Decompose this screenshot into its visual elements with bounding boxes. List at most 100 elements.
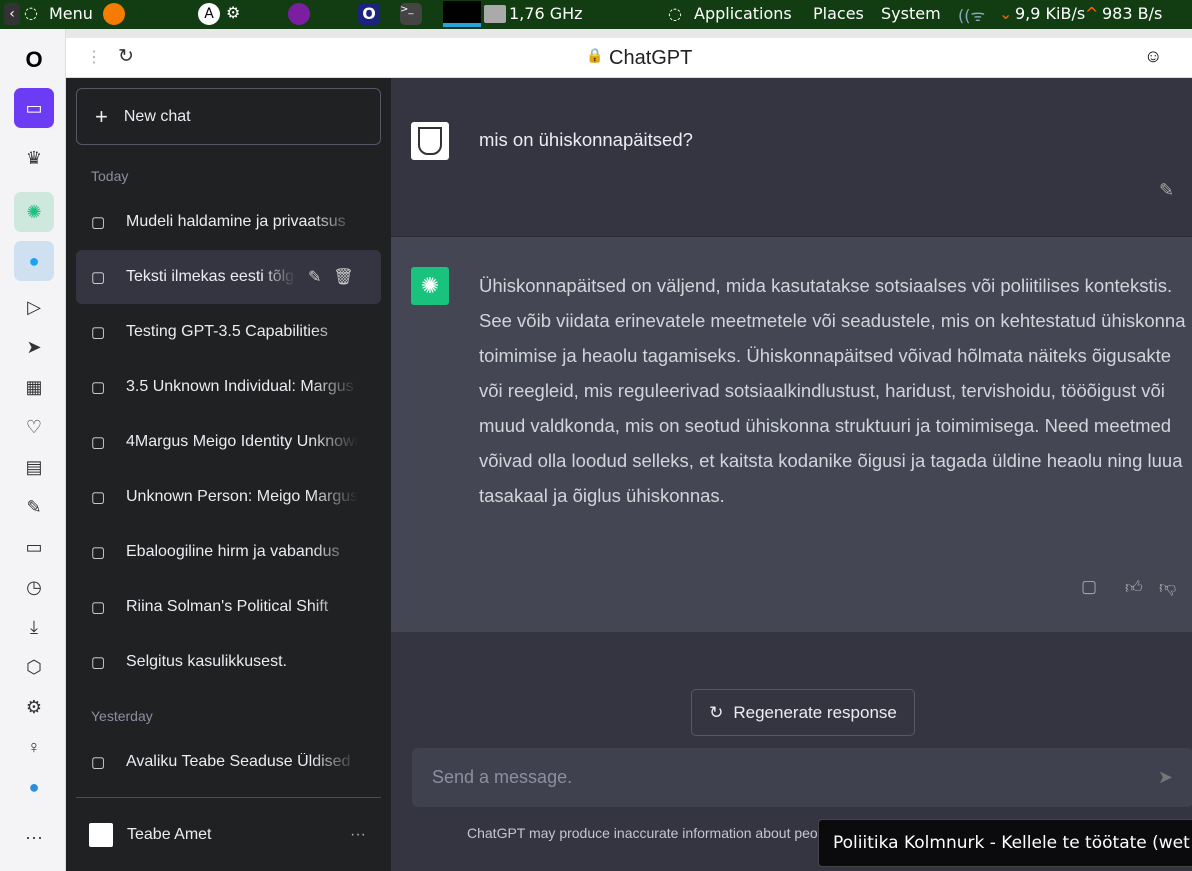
settings-icon[interactable]: ⚙: [226, 3, 240, 22]
chat-sidebar: + New chat Today ▢ Mudeli haldamine ja pr…: [66, 78, 391, 871]
crown-icon[interactable]: ♛: [19, 143, 49, 173]
chatgpt-icon[interactable]: ✺: [14, 192, 54, 232]
firefox-icon[interactable]: [103, 3, 125, 25]
user-menu[interactable]: Teabe Amet ···: [76, 808, 381, 862]
opera-icon[interactable]: O: [358, 3, 380, 25]
chat-main: mis on ühiskonnapäitsed? ✎ ✺ Ühiskonnapä…: [391, 78, 1192, 871]
chat-title: Teksti ilmekas eesti tõlge: [126, 268, 296, 285]
applications-menu[interactable]: Applications: [694, 4, 792, 23]
wifi-icon[interactable]: ((ᯤ: [958, 4, 985, 26]
tor-icon[interactable]: [288, 3, 310, 25]
chat-list-item[interactable]: ▢ Testing GPT-3.5 Capabilities: [76, 305, 381, 359]
chat-list-item[interactable]: ▢ Mudeli haldamine ja privaatsus: [76, 195, 381, 249]
new-chat-button[interactable]: + New chat: [76, 88, 381, 145]
send-icon[interactable]: ➤: [1158, 767, 1173, 788]
menu-button[interactable]: Menu: [49, 4, 93, 23]
chat-title: Unknown Person: Meigo Margus: [126, 488, 358, 505]
chat-title: Riina Solman's Political Shift: [126, 598, 329, 615]
history-icon[interactable]: ◷: [19, 572, 49, 602]
chat-bubble-icon: ▢: [91, 654, 106, 671]
chat-bubble-icon: ▢: [91, 379, 106, 396]
section-yesterday: Yesterday: [91, 708, 153, 724]
chat-bubble-icon: ▢: [91, 489, 106, 506]
edit-icon[interactable]: ✎: [308, 267, 321, 287]
chat-list-item[interactable]: ▢ 3.5 Unknown Individual: Margus: [76, 360, 381, 414]
cpu-icon: [484, 5, 506, 23]
opera-logo-icon[interactable]: O: [19, 45, 49, 75]
regenerate-button[interactable]: ↻ Regenerate response: [691, 689, 915, 736]
news-icon[interactable]: ▤: [19, 452, 49, 482]
edit-icon[interactable]: ✎: [1159, 180, 1174, 201]
user-avatar: [89, 823, 113, 847]
accessibility-icon[interactable]: A: [198, 3, 220, 25]
drag-handle-icon[interactable]: ⋮: [86, 47, 102, 67]
chat-list-item[interactable]: ▢ Teksti ilmekas eesti tõlge ✎ 🗑︎: [76, 250, 381, 304]
pin-icon[interactable]: ✎: [19, 492, 49, 522]
lock-icon: 🔒: [586, 47, 604, 63]
chat-list-item[interactable]: ▢ Avaliku Teabe Seaduse Üldised: [76, 735, 381, 789]
user-name: Teabe Amet: [127, 826, 212, 843]
message-placeholder: Send a message.: [432, 767, 573, 787]
copy-icon[interactable]: ▢: [1081, 577, 1097, 597]
plus-icon: +: [95, 103, 108, 129]
snapshot-icon[interactable]: ▭: [19, 532, 49, 562]
chat-list-item[interactable]: ▢ Unknown Person: Meigo Margus: [76, 470, 381, 524]
applications-icon: ◌: [668, 4, 682, 23]
tooltip: Poliitika Kolmnurk - Kellele te töötate …: [818, 819, 1192, 867]
places-menu[interactable]: Places: [813, 4, 864, 23]
thumbs-up-icon[interactable]: 👍︎: [1125, 577, 1143, 598]
heart-icon[interactable]: ♡: [19, 412, 49, 442]
aria-icon[interactable]: ●: [19, 772, 49, 802]
chat-list-item[interactable]: ▢ Riina Solman's Political Shift: [76, 580, 381, 634]
chat-title: Selgitus kasulikkusest.: [126, 653, 287, 670]
browser-toolbar: ⋮ ↻ 🔒 ChatGPT ☺: [66, 38, 1192, 78]
chat-bubble-icon: ▢: [91, 214, 106, 231]
system-panel: ‹ ◌ Menu A ⚙ O >_ 1,76 GHz ◌ Application…: [0, 0, 1192, 29]
chat-bubble-icon: ▢: [91, 599, 106, 616]
chat-list-item[interactable]: ▢ Ebaloogiline hirm ja vabandus: [76, 525, 381, 579]
send-icon[interactable]: ➤: [19, 332, 49, 362]
downloads-icon[interactable]: ⤓: [19, 612, 49, 642]
chat-title: 4Margus Meigo Identity Unknown: [126, 433, 358, 450]
tips-icon[interactable]: ♀: [19, 732, 49, 762]
terminal-icon[interactable]: >_: [400, 3, 422, 25]
chat-bubble-icon: ▢: [91, 269, 106, 286]
emoji-icon[interactable]: ☺: [1144, 46, 1162, 67]
message-input[interactable]: Send a message. ➤: [412, 748, 1192, 807]
chat-list-item[interactable]: ▢ 4Margus Meigo Identity Unknown: [76, 415, 381, 469]
chat-title: 3.5 Unknown Individual: Margus: [126, 378, 354, 395]
user-message: mis on ühiskonnapäitsed? ✎: [391, 78, 1192, 237]
thumbs-down-icon[interactable]: 👎︎: [1159, 577, 1176, 598]
workspace-icon[interactable]: ▭: [14, 88, 54, 128]
extensions-icon[interactable]: ⬡: [19, 652, 49, 682]
chat-list-item[interactable]: ▢ Selgitus kasulikkusest.: [76, 635, 381, 689]
cpu-frequency: 1,76 GHz: [509, 4, 583, 23]
user-avatar: [411, 122, 449, 160]
cpu-graph: [443, 1, 481, 27]
user-question: mis on ühiskonnapäitsed?: [479, 129, 693, 150]
chat-bubble-icon: ▢: [91, 544, 106, 561]
section-today: Today: [91, 168, 129, 184]
ubuntu-icon: ◌: [24, 3, 38, 22]
chat-bubble-icon: ▢: [91, 754, 106, 771]
player-icon[interactable]: ▷: [19, 292, 49, 322]
chat-title: Ebaloogiline hirm ja vabandus: [126, 543, 340, 560]
download-arrow-icon: ⌄: [999, 4, 1013, 23]
reload-button[interactable]: ↻: [118, 45, 134, 68]
twitter-icon[interactable]: ●: [14, 241, 54, 281]
system-menu[interactable]: System: [881, 4, 941, 23]
chat-bubble-icon: ▢: [91, 324, 106, 341]
more-icon[interactable]: ···: [350, 826, 366, 844]
assistant-answer: Ühiskonnapäitsed on väljend, mida kasuta…: [479, 275, 1186, 506]
regenerate-label: Regenerate response: [733, 702, 897, 722]
divider: [76, 797, 381, 798]
settings-icon[interactable]: ⚙: [19, 692, 49, 722]
page-title: ChatGPT: [609, 47, 693, 69]
more-icon[interactable]: ···: [19, 822, 49, 852]
chat-title: Mudeli haldamine ja privaatsus: [126, 213, 346, 230]
delete-icon[interactable]: 🗑︎: [333, 267, 353, 287]
upload-arrow-icon: ^: [1085, 4, 1099, 23]
collapse-button[interactable]: ‹: [4, 3, 20, 25]
refresh-icon: ↻: [709, 702, 724, 722]
apps-icon[interactable]: ▦: [19, 372, 49, 402]
